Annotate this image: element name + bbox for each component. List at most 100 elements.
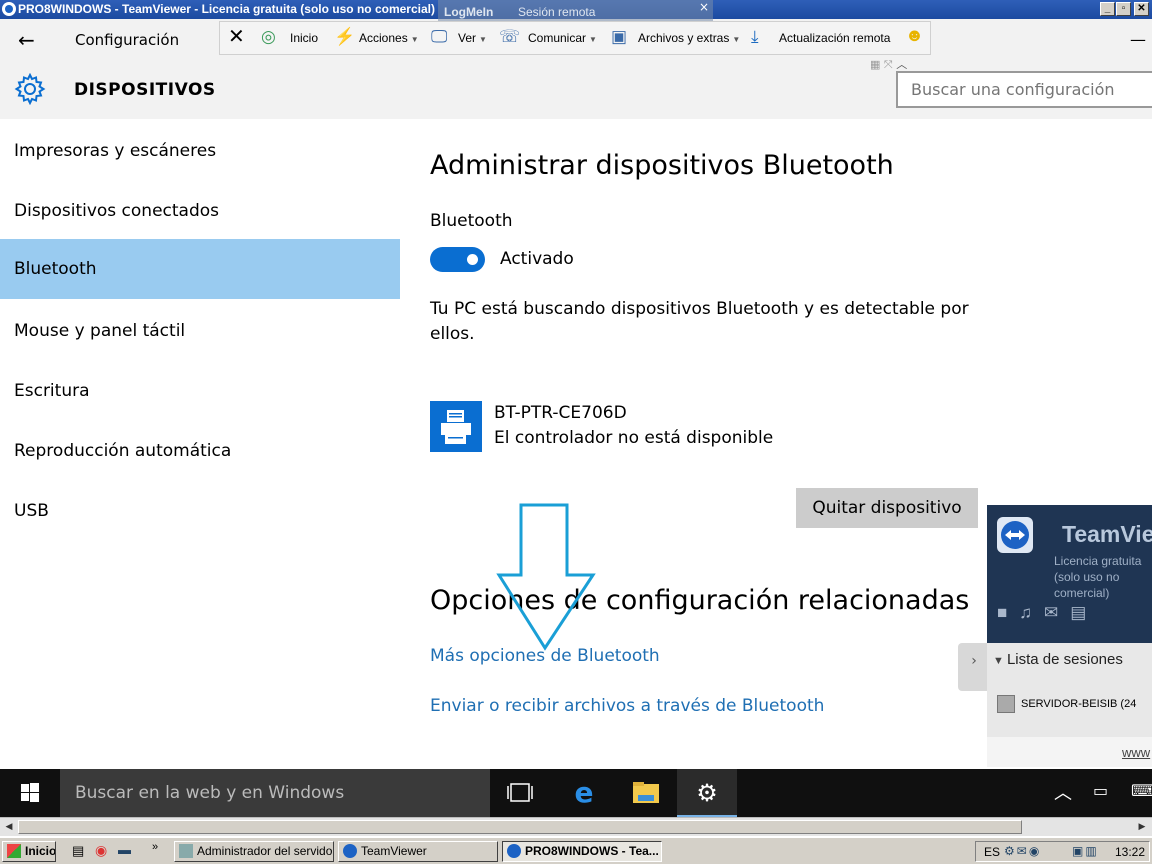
task-view-icon (507, 783, 533, 802)
smiley-icon[interactable]: ☻ (905, 25, 924, 46)
sidebar-item-dispositivos-conectados[interactable]: Dispositivos conectados (0, 181, 400, 241)
sidebar-item-bluetooth[interactable]: Bluetooth (0, 239, 400, 299)
edge-icon[interactable]: e (554, 769, 614, 817)
device-name[interactable]: BT-PTR-CE706D (494, 403, 627, 423)
task-view-button[interactable] (490, 769, 550, 817)
sidebar-item-reproduccion[interactable]: Reproducción automática (0, 421, 400, 481)
gear-icon (14, 73, 46, 105)
server-manager-quicklaunch-icon[interactable]: ▤ (72, 843, 84, 859)
teamviewer-panel-name: TeamViewer (1062, 521, 1152, 547)
video-icon[interactable]: ■ (997, 603, 1019, 622)
toolbar-archivos[interactable]: Archivos y extras ▼ (638, 31, 740, 45)
teamviewer-side-panel: TeamViewer Licencia gratuita (solo uso n… (987, 505, 1152, 767)
fullscreen-icon[interactable]: ⤧ (884, 58, 893, 71)
app-title: Configuración (75, 31, 180, 49)
horizontal-scrollbar[interactable]: ◀ ▶ (0, 817, 1152, 836)
panel-expand-tab[interactable]: › (958, 643, 990, 691)
settings-search-input[interactable] (898, 73, 1152, 106)
settings-search-box[interactable] (896, 71, 1152, 108)
back-arrow-icon[interactable]: ← (18, 28, 35, 52)
device-status: El controlador no está disponible (494, 428, 774, 448)
window-minimize-button[interactable]: _ (1100, 2, 1115, 16)
avatar (997, 695, 1015, 713)
taskbar-item-teamviewer[interactable]: TeamViewer (338, 841, 498, 862)
panel-action-icons: ■♫✉▤ (997, 603, 1098, 623)
file-explorer-button[interactable] (616, 769, 676, 817)
settings-app-gear-icon[interactable]: ⚙ (677, 769, 737, 817)
collapse-triangle-icon[interactable]: ▼ (993, 655, 1007, 667)
logmein-brand: LogMeIn (444, 5, 494, 19)
teamviewer-icon (343, 844, 357, 858)
chevron-up-icon[interactable]: ︿ (896, 58, 907, 71)
sidebar-item-escritura[interactable]: Escritura (0, 361, 400, 421)
printer-icon[interactable] (430, 401, 482, 452)
toolbar-ver[interactable]: Ver ▼ (458, 31, 487, 45)
logmein-session-label: Sesión remota (518, 5, 596, 19)
section-title: DISPOSITIVOS (74, 80, 216, 100)
scrollbar-thumb[interactable] (18, 820, 1022, 834)
taskbar-search-box[interactable]: Buscar en la web y en Windows (60, 769, 490, 817)
taskbar-item-pro8windows[interactable]: PRO8WINDOWS - Tea... (502, 841, 662, 862)
teamviewer-panel-logo-icon (997, 517, 1033, 553)
window-restore-button[interactable]: ▫ (1116, 2, 1131, 16)
files-icon: ▣ (611, 27, 628, 46)
keyboard-icon[interactable]: ⌨ (1131, 781, 1152, 800)
teamviewer-toolbar: ✕ ◎ Inicio ⚡ Acciones ▼ 🖵 Ver ▼ ☏ Comunica… (219, 21, 931, 55)
toolbar-collapse-controls[interactable]: ▦ ⤧ ︿ (870, 56, 920, 72)
lightning-icon: ⚡ (334, 27, 356, 46)
session-item[interactable]: SERVIDOR-BEISIB (24 (997, 695, 1136, 713)
chat-bubble-icon[interactable]: ✉ (1044, 603, 1070, 622)
sidebar-item-usb[interactable]: USB (0, 481, 400, 541)
tray-icons[interactable]: ⚙✉◉ (1004, 844, 1041, 858)
website-link[interactable]: www (1122, 745, 1150, 760)
windows-flag-icon (7, 844, 21, 858)
start-button[interactable] (0, 769, 60, 817)
local-start-button[interactable]: Inicio (2, 841, 56, 862)
toolbar-acciones[interactable]: Acciones ▼ (359, 31, 419, 45)
local-taskbar: Inicio ▤ ◉ ▬ » Administrador del servido… (0, 837, 1152, 864)
teamviewer-logo-icon (2, 2, 16, 16)
folder-icon (633, 782, 659, 803)
session-list-header[interactable]: ▼ Lista de sesiones (993, 651, 1123, 668)
server-icon (179, 844, 193, 858)
send-receive-files-link[interactable]: Enviar o recibir archivos a través de Bl… (430, 696, 824, 716)
chrome-quicklaunch-icon[interactable]: ◉ (95, 842, 107, 859)
bluetooth-label: Bluetooth (430, 211, 513, 231)
page-title: Administrar dispositivos Bluetooth (430, 150, 894, 181)
window-close-button[interactable]: ✕ (1134, 2, 1149, 16)
sidebar-item-mouse[interactable]: Mouse y panel táctil (0, 301, 400, 361)
session-list: ▼ Lista de sesiones SERVIDOR-BEISIB (24 (987, 643, 1152, 737)
toggle-state-label: Activado (500, 249, 574, 269)
download-icon: ⤓ (751, 27, 759, 46)
scroll-left-icon[interactable]: ◀ (1, 819, 17, 835)
close-session-icon[interactable]: ✕ (228, 24, 245, 49)
toolbar-comunicar[interactable]: Comunicar ▼ (528, 31, 597, 45)
action-center-icon[interactable]: ▭ (1093, 781, 1108, 800)
window-title: PRO8WINDOWS - TeamViewer - Licencia grat… (18, 2, 435, 16)
files-icon[interactable]: ▤ (1070, 603, 1098, 622)
panel-footer: www (987, 737, 1152, 767)
chat-icon: ☏ (499, 27, 521, 46)
app-minimize-button[interactable]: — (1130, 30, 1146, 49)
annotation-arrow-icon (496, 503, 596, 651)
quicklaunch-more-icon[interactable]: » (152, 841, 158, 853)
grid-icon[interactable]: ▦ (870, 58, 880, 71)
chevron-up-tray-icon[interactable]: ︿ (1054, 779, 1072, 805)
chevron-right-icon[interactable]: › (971, 653, 977, 669)
remove-device-button[interactable]: Quitar dispositivo (796, 488, 978, 528)
sidebar-item-impresoras[interactable]: Impresoras y escáneres (0, 121, 400, 181)
scroll-right-icon[interactable]: ▶ (1134, 819, 1150, 835)
windows-logo-icon (21, 783, 39, 802)
toolbar-inicio[interactable]: Inicio (290, 31, 318, 45)
toolbar-actualizacion[interactable]: Actualización remota (779, 31, 890, 45)
headset-icon[interactable]: ♫ (1019, 603, 1044, 622)
desktop-quicklaunch-icon[interactable]: ▬ (118, 842, 131, 857)
system-tray: ⚙✉◉ ▣▥ 13:22 (975, 841, 1150, 862)
bluetooth-toggle[interactable] (430, 247, 485, 272)
teamviewer-license-text: Licencia gratuita (solo uso no comercial… (1054, 554, 1142, 600)
logmein-close-icon[interactable]: × (699, 0, 709, 14)
taskbar-item-server-manager[interactable]: Administrador del servidor (174, 841, 334, 862)
monitor-icon: 🖵 (431, 27, 448, 46)
network-icon[interactable]: ▣▥ (1072, 844, 1099, 858)
windows10-taskbar: Buscar en la web y en Windows e ⚙ ︿ ▭ ⌨ (0, 769, 1152, 817)
